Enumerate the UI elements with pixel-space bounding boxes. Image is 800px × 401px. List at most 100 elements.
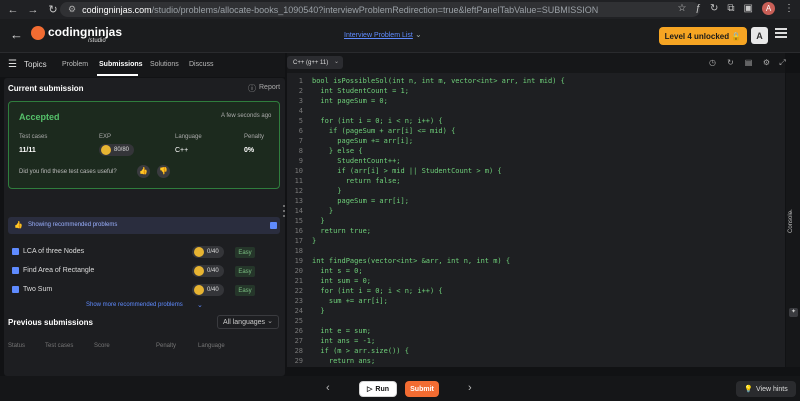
code-line[interactable]: 16 return true; bbox=[287, 227, 785, 237]
sidebar-icon[interactable]: ▣ bbox=[744, 3, 753, 14]
code-line[interactable]: 14 } bbox=[287, 207, 785, 217]
address-bar[interactable]: ⚙ codingninjas.com/studio/problems/alloc… bbox=[60, 2, 700, 17]
recommended-problem-name[interactable]: LCA of three Nodes bbox=[23, 248, 84, 255]
settings-icon[interactable]: ⚙ bbox=[762, 58, 771, 67]
code-text: int pageSum = 0; bbox=[312, 97, 388, 105]
chevron-left-icon[interactable]: ‹ bbox=[326, 382, 330, 394]
timer-icon[interactable]: ◷ bbox=[708, 58, 717, 67]
line-number: 28 bbox=[294, 347, 303, 355]
logo-text[interactable]: codingninjas bbox=[48, 25, 122, 39]
code-line[interactable]: 2 int StudentCount = 1; bbox=[287, 87, 785, 97]
show-more-link[interactable]: Show more recommended problems bbox=[86, 302, 183, 308]
fullscreen-icon[interactable]: ⤢ bbox=[778, 58, 787, 67]
language-filter-select[interactable]: All languages ⌄ bbox=[217, 315, 279, 329]
tab-submissions[interactable]: Submissions bbox=[99, 61, 143, 68]
report-link[interactable]: Report bbox=[259, 84, 280, 91]
chevron-right-icon[interactable]: › bbox=[468, 382, 472, 394]
code-line[interactable]: 25 bbox=[287, 317, 785, 327]
code-line[interactable]: 21 int sum = 0; bbox=[287, 277, 785, 287]
code-text: } bbox=[312, 307, 325, 315]
status-accepted: Accepted bbox=[19, 112, 60, 122]
tab-discuss[interactable]: Discuss bbox=[189, 61, 214, 68]
site-info-icon[interactable]: ⚙ bbox=[68, 4, 76, 15]
code-text: } bbox=[312, 187, 342, 195]
code-text: return true; bbox=[312, 227, 372, 235]
code-line[interactable]: 27 int ans = -1; bbox=[287, 337, 785, 347]
code-line[interactable]: 15 } bbox=[287, 217, 785, 227]
codingninjas-logo-icon[interactable] bbox=[31, 26, 45, 40]
code-line[interactable]: 5 for (int i = 0; i < n; i++) { bbox=[287, 117, 785, 127]
code-line[interactable]: 18 bbox=[287, 247, 785, 257]
back-icon[interactable]: ← bbox=[6, 3, 20, 17]
code-line[interactable]: 3 int pageSum = 0; bbox=[287, 97, 785, 107]
chat-icon[interactable]: ✦ bbox=[789, 308, 798, 317]
chevron-down-icon[interactable]: ⌄ bbox=[197, 301, 203, 309]
code-line[interactable]: 7 pageSum += arr[i]; bbox=[287, 137, 785, 147]
code-line[interactable]: 9 StudentCount++; bbox=[287, 157, 785, 167]
current-submission-heading: Current submission bbox=[8, 84, 84, 93]
code-line[interactable]: 19 int findPages(vector<int> &arr, int n,… bbox=[287, 257, 785, 267]
submit-button[interactable]: Submit bbox=[405, 381, 439, 397]
exp-pill: 0/40 bbox=[192, 246, 224, 258]
interview-problem-list-link[interactable]: Interview Problem List bbox=[344, 32, 413, 39]
problem-exp: 0/40 bbox=[207, 249, 219, 255]
code-line[interactable]: 22 for (int i = 0; i < n; i++) { bbox=[287, 287, 785, 297]
line-number: 4 bbox=[298, 107, 303, 115]
view-hints-button[interactable]: 💡 View hints bbox=[736, 381, 796, 397]
report-icon[interactable]: ⓘ bbox=[248, 83, 256, 94]
run-button[interactable]: ▷ Run bbox=[359, 381, 397, 397]
reload-icon[interactable]: ↻ bbox=[46, 3, 60, 17]
code-line[interactable]: 13 pageSum = arr[i]; bbox=[287, 197, 785, 207]
code-line[interactable]: 23 sum += arr[i]; bbox=[287, 297, 785, 307]
hamburger-menu-icon[interactable] bbox=[775, 28, 787, 40]
view-hints-label: View hints bbox=[755, 385, 788, 393]
browser-profile-avatar[interactable]: A bbox=[762, 2, 775, 15]
code-line[interactable]: 12 } bbox=[287, 187, 785, 197]
chevron-down-icon[interactable]: ⌄ bbox=[415, 30, 422, 39]
layout-icon[interactable]: ▤ bbox=[744, 58, 753, 67]
code-line[interactable]: 4 bbox=[287, 107, 785, 117]
browser-menu-icon[interactable]: ⋮ bbox=[784, 3, 794, 14]
tab-solutions[interactable]: Solutions bbox=[150, 61, 179, 68]
reset-icon[interactable]: ↻ bbox=[726, 58, 735, 67]
forward-icon[interactable]: → bbox=[26, 3, 40, 17]
code-line[interactable]: 1 bool isPossibleSol(int n, int m, vector… bbox=[287, 77, 785, 87]
extension-icon[interactable]: ƒ bbox=[695, 3, 701, 14]
recommended-checkbox[interactable] bbox=[270, 222, 277, 229]
console-label[interactable]: Console bbox=[788, 211, 794, 233]
line-number: 20 bbox=[294, 267, 303, 275]
code-line[interactable]: 6 if (pageSum + arr[i] <= mid) { bbox=[287, 127, 785, 137]
code-text: return false; bbox=[312, 177, 401, 185]
console-panel[interactable]: ‹ Console ✦ bbox=[786, 73, 800, 367]
level-badge[interactable]: Level 4 unlocked 🔒 bbox=[659, 27, 747, 45]
code-line[interactable]: 24 } bbox=[287, 307, 785, 317]
code-line[interactable]: 29 return ans; bbox=[287, 357, 785, 367]
tab-problem[interactable]: Problem bbox=[62, 61, 88, 68]
code-text: int StudentCount = 1; bbox=[312, 87, 409, 95]
code-editor[interactable]: 1 bool isPossibleSol(int n, int m, vector… bbox=[287, 73, 785, 367]
tab-topics[interactable]: Topics bbox=[24, 60, 47, 69]
refresh-icon[interactable]: ↻ bbox=[710, 3, 718, 14]
topics-icon[interactable]: ☰ bbox=[8, 59, 17, 70]
recommended-problem-name[interactable]: Find Area of Rectangle bbox=[23, 267, 94, 274]
language-select[interactable]: C++ (g++ 11) ⌄ bbox=[287, 56, 343, 69]
code-line[interactable]: 17} bbox=[287, 237, 785, 247]
star-icon[interactable]: ☆ bbox=[677, 3, 686, 14]
back-arrow-icon[interactable]: ← bbox=[10, 27, 23, 42]
code-line[interactable]: 26 int e = sum; bbox=[287, 327, 785, 337]
code-line[interactable]: 11 return false; bbox=[287, 177, 785, 187]
user-avatar[interactable]: A bbox=[751, 27, 768, 44]
panel-resize-handle[interactable] bbox=[283, 205, 286, 220]
code-line[interactable]: 8 } else { bbox=[287, 147, 785, 157]
exp-value: 80/80 bbox=[114, 147, 130, 153]
code-line[interactable]: 10 if (arr[i] > mid || StudentCount > m)… bbox=[287, 167, 785, 177]
recommended-problem-name[interactable]: Two Sum bbox=[23, 286, 52, 293]
exp-pill: 0/40 bbox=[192, 284, 224, 296]
thumbs-down-icon[interactable]: 👎 bbox=[157, 165, 170, 178]
thumbs-up-icon[interactable]: 👍 bbox=[137, 165, 150, 178]
line-number: 19 bbox=[294, 257, 303, 265]
code-text: if (pageSum + arr[i] <= mid) { bbox=[312, 127, 456, 135]
code-line[interactable]: 20 int s = 0; bbox=[287, 267, 785, 277]
puzzle-icon[interactable]: ⧉ bbox=[727, 3, 734, 14]
code-line[interactable]: 28 if (m > arr.size()) { bbox=[287, 347, 785, 357]
